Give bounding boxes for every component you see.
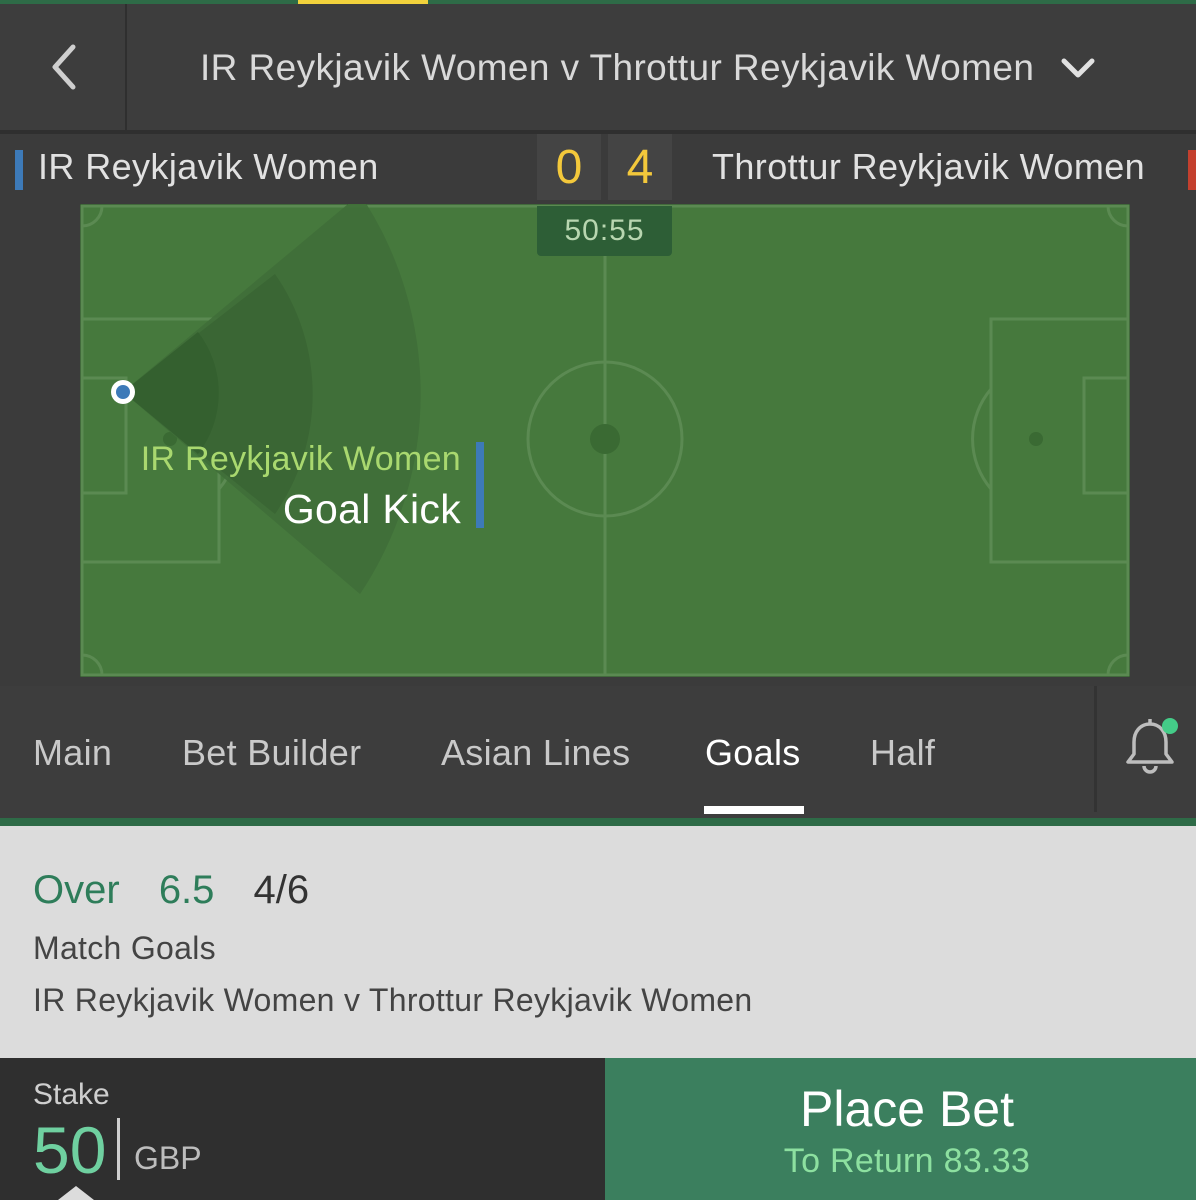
selection-handicap: 6.5 — [158, 868, 215, 912]
pitch-event-type: Goal Kick — [282, 486, 461, 532]
away-score: 4 — [608, 134, 672, 200]
place-bet-label: Place Bet — [799, 1081, 1014, 1137]
tab-bet-builder[interactable]: Bet Builder — [182, 732, 361, 774]
back-button[interactable] — [0, 4, 127, 130]
event-selector[interactable]: IR Reykjavik Women v Throttur Reykjavik … — [200, 42, 1098, 94]
stake-notch — [58, 1186, 94, 1200]
stake-currency: GBP — [134, 1140, 202, 1176]
pitch-event-team-bar — [476, 442, 484, 528]
tab-half[interactable]: Half — [870, 732, 935, 774]
selection-line: Over 6.5 4/6 — [33, 868, 309, 913]
stake-label: Stake — [33, 1078, 110, 1111]
home-team-color-bar — [15, 150, 23, 190]
match-clock: 50:55 — [537, 206, 672, 256]
selection-odds: 4/6 — [253, 868, 310, 912]
tabs-separator — [1094, 686, 1097, 812]
home-score: 0 — [537, 134, 601, 200]
pitch-event-team: IR Reykjavik Women — [140, 440, 461, 478]
place-bet-button[interactable]: Place Bet To Return 83.33 — [605, 1058, 1196, 1200]
header: IR Reykjavik Women v Throttur Reykjavik … — [0, 4, 1196, 130]
stake-input-area[interactable]: Stake 50 GBP — [0, 1058, 605, 1200]
active-tab-underline — [704, 806, 804, 814]
scoreboard: IR Reykjavik Women 0 4 Throttur Reykjavi… — [0, 134, 1196, 204]
stake-value[interactable]: 50 — [33, 1112, 106, 1188]
away-team-name: Throttur Reykjavik Women — [712, 146, 1146, 187]
chevron-left-icon — [52, 44, 75, 90]
market-tabs: Main Bet Builder Asian Lines Goals Half — [0, 686, 1196, 818]
selection-name: Over — [33, 868, 120, 912]
tab-main[interactable]: Main — [33, 732, 112, 774]
text-caret — [117, 1118, 120, 1180]
home-team-name: IR Reykjavik Women — [38, 146, 379, 187]
to-return-text: To Return 83.33 — [783, 1142, 1031, 1180]
tab-asian-lines[interactable]: Asian Lines — [441, 732, 630, 774]
bell-icon[interactable] — [1120, 716, 1180, 776]
tabs-bottom-accent — [0, 818, 1196, 826]
betslip-event-name: IR Reykjavik Women v Throttur Reykjavik … — [33, 982, 753, 1018]
chevron-down-icon — [1061, 58, 1095, 78]
tab-goals[interactable]: Goals — [705, 732, 801, 774]
market-name: Match Goals — [33, 930, 216, 966]
betslip: Over 6.5 4/6 Match Goals IR Reykjavik Wo… — [0, 826, 1196, 1058]
away-team-color-bar — [1188, 150, 1196, 190]
event-title: IR Reykjavik Women v Throttur Reykjavik … — [200, 47, 1035, 88]
